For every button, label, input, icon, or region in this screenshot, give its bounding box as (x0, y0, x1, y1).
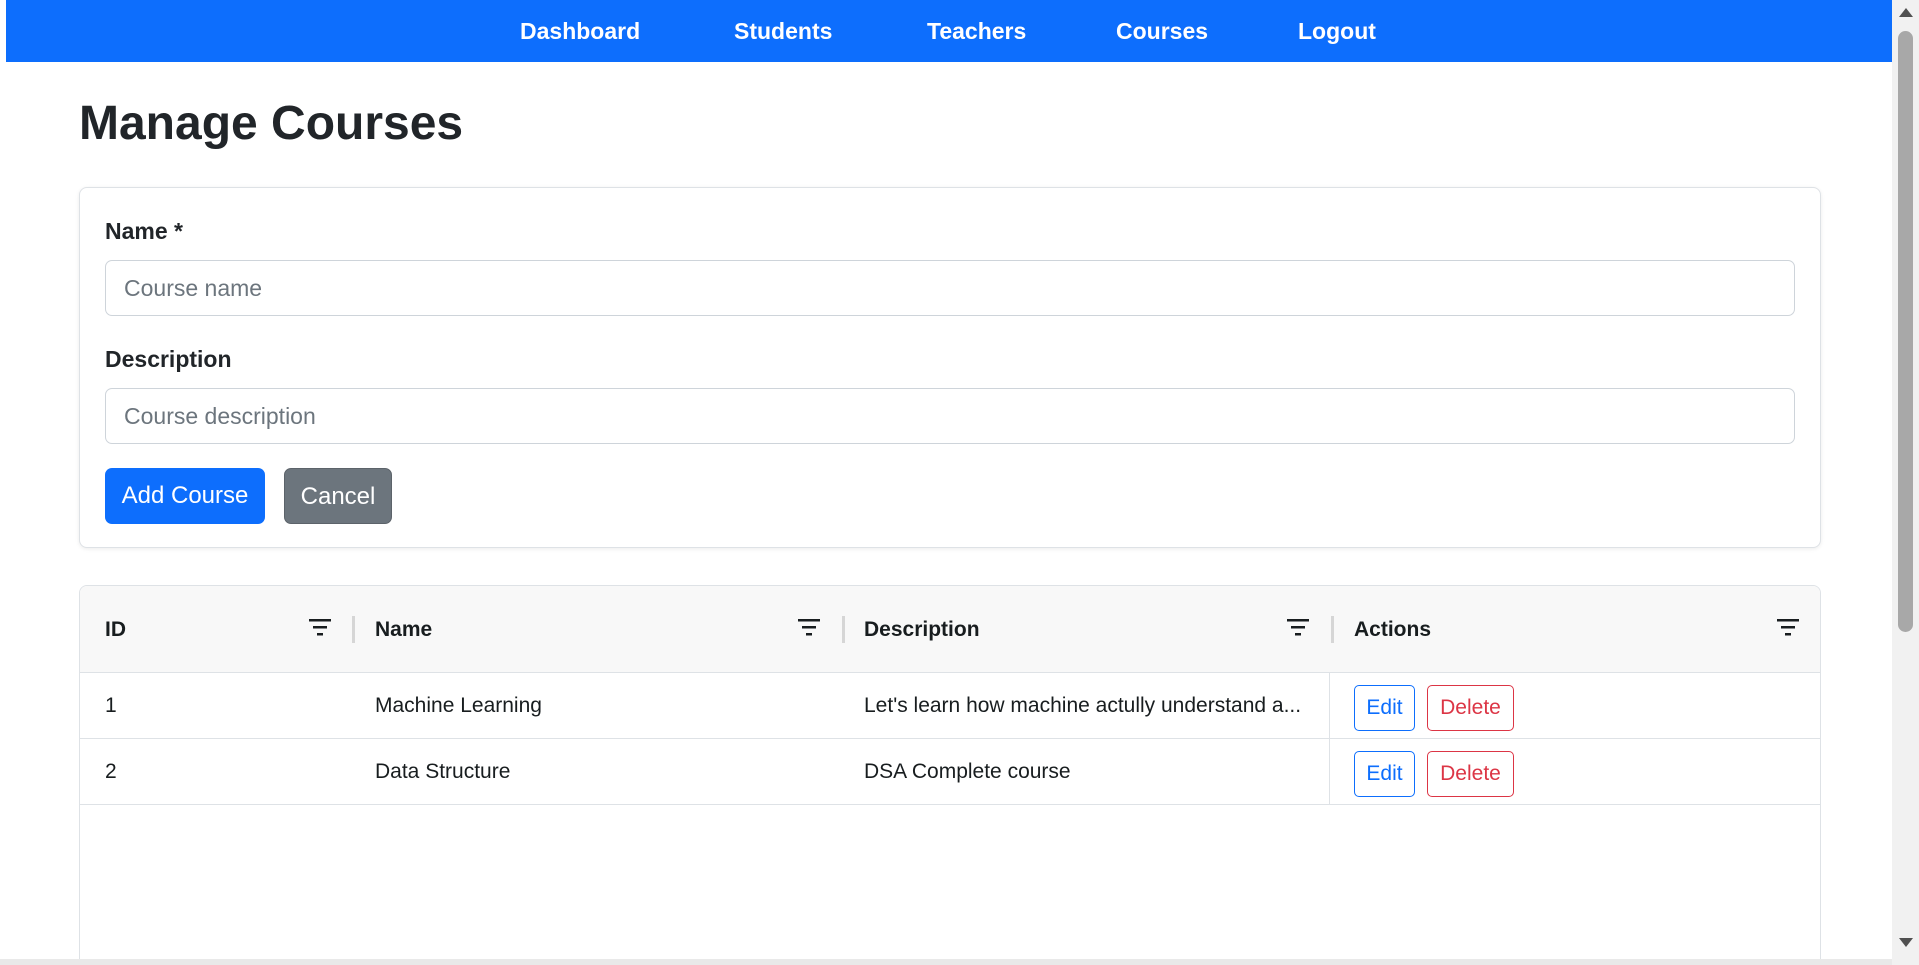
course-name-input[interactable] (105, 260, 1795, 316)
app-frame: Dashboard Students Teachers Courses Logo… (6, 0, 1892, 959)
top-navbar: Dashboard Students Teachers Courses Logo… (6, 0, 1892, 62)
nav-courses[interactable]: Courses (1116, 0, 1208, 62)
edit-button[interactable]: Edit (1354, 751, 1415, 797)
table-row[interactable]: 1 Machine Learning Let's learn how machi… (80, 673, 1820, 739)
column-header-id[interactable]: ID (105, 586, 126, 673)
column-resize-handle[interactable] (842, 616, 845, 643)
window-bottom-edge (0, 959, 1892, 965)
table-row[interactable]: 2 Data Structure DSA Complete course Edi… (80, 739, 1820, 805)
nav-logout[interactable]: Logout (1298, 0, 1376, 62)
column-resize-handle[interactable] (352, 616, 355, 643)
nav-students[interactable]: Students (734, 0, 832, 62)
column-header-name[interactable]: Name (375, 586, 432, 673)
cell-name: Data Structure (375, 760, 511, 783)
filter-icon[interactable] (798, 619, 820, 637)
scroll-thumb[interactable] (1898, 31, 1913, 632)
filter-icon[interactable] (1777, 619, 1799, 637)
scroll-up-arrow-icon[interactable] (1899, 8, 1913, 17)
name-label: Name * (105, 218, 183, 244)
delete-button[interactable]: Delete (1427, 751, 1514, 797)
courses-table: ID Name Description Actions 1 Machine Le… (79, 585, 1821, 959)
cell-description: Let's learn how machine actully understa… (864, 694, 1302, 717)
page-scrollbar[interactable] (1892, 0, 1919, 965)
filter-icon[interactable] (309, 619, 331, 637)
column-header-description[interactable]: Description (864, 586, 980, 673)
scroll-down-arrow-icon[interactable] (1899, 938, 1913, 947)
cell-id: 2 (105, 760, 117, 783)
course-form-card: Name * Description Add Course Cancel (79, 187, 1821, 548)
edit-button[interactable]: Edit (1354, 685, 1415, 731)
cell-id: 1 (105, 694, 117, 717)
cell-description: DSA Complete course (864, 760, 1071, 783)
table-header: ID Name Description Actions (80, 586, 1820, 673)
cell-name: Machine Learning (375, 694, 542, 717)
delete-button[interactable]: Delete (1427, 685, 1514, 731)
nav-teachers[interactable]: Teachers (927, 0, 1026, 62)
filter-icon[interactable] (1287, 619, 1309, 637)
course-description-input[interactable] (105, 388, 1795, 444)
nav-dashboard[interactable]: Dashboard (520, 0, 640, 62)
column-header-actions[interactable]: Actions (1354, 586, 1431, 673)
add-course-button[interactable]: Add Course (105, 468, 265, 524)
column-resize-handle[interactable] (1331, 616, 1334, 643)
description-label: Description (105, 346, 232, 372)
page-title: Manage Courses (79, 97, 464, 150)
pinned-column-divider (1329, 673, 1330, 805)
cancel-button[interactable]: Cancel (284, 468, 392, 524)
